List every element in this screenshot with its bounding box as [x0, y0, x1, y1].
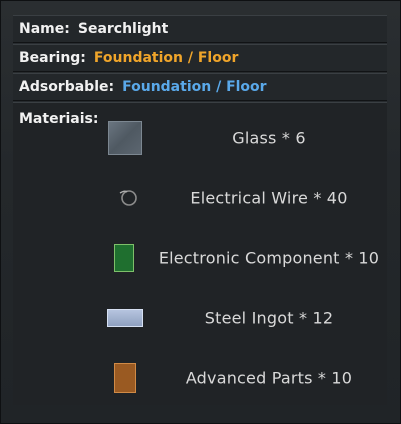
adsorbable-row: Adsorbable: Foundation / Floor [13, 73, 387, 101]
material-text: Electronic Component * 10 [158, 248, 380, 268]
material-text: Steel Ingot * 12 [204, 308, 334, 328]
material-item: Electronic Component * 10 [13, 238, 387, 278]
electrical-wire-icon [119, 190, 137, 206]
material-text: Glass * 6 [232, 128, 306, 148]
material-item: Glass * 6 [13, 118, 387, 158]
bearing-label: Bearing: [19, 50, 86, 66]
advanced-parts-icon [114, 363, 136, 393]
adsorbable-value: Foundation / Floor [122, 79, 267, 95]
bearing-row: Bearing: Foundation / Floor [13, 44, 387, 72]
electronic-component-icon [114, 244, 134, 272]
glass-icon [108, 121, 142, 155]
material-item: Advanced Parts * 10 [13, 358, 387, 398]
material-text: Advanced Parts * 10 [185, 368, 353, 388]
materials-panel: Materiais: Glass * 6 Electrical Wire * 4… [13, 102, 387, 405]
name-label: Name: [19, 21, 70, 37]
material-item: Steel Ingot * 12 [13, 298, 387, 338]
steel-ingot-icon [107, 309, 143, 327]
material-text: Electrical Wire * 40 [190, 188, 348, 208]
item-tooltip: Name: Searchlight Bearing: Foundation / … [0, 0, 401, 424]
material-item: Electrical Wire * 40 [13, 178, 387, 218]
bearing-value: Foundation / Floor [93, 50, 239, 66]
name-value: Searchlight [77, 21, 169, 37]
adsorbable-label: Adsorbable: [19, 79, 115, 95]
name-row: Name: Searchlight [13, 15, 387, 43]
